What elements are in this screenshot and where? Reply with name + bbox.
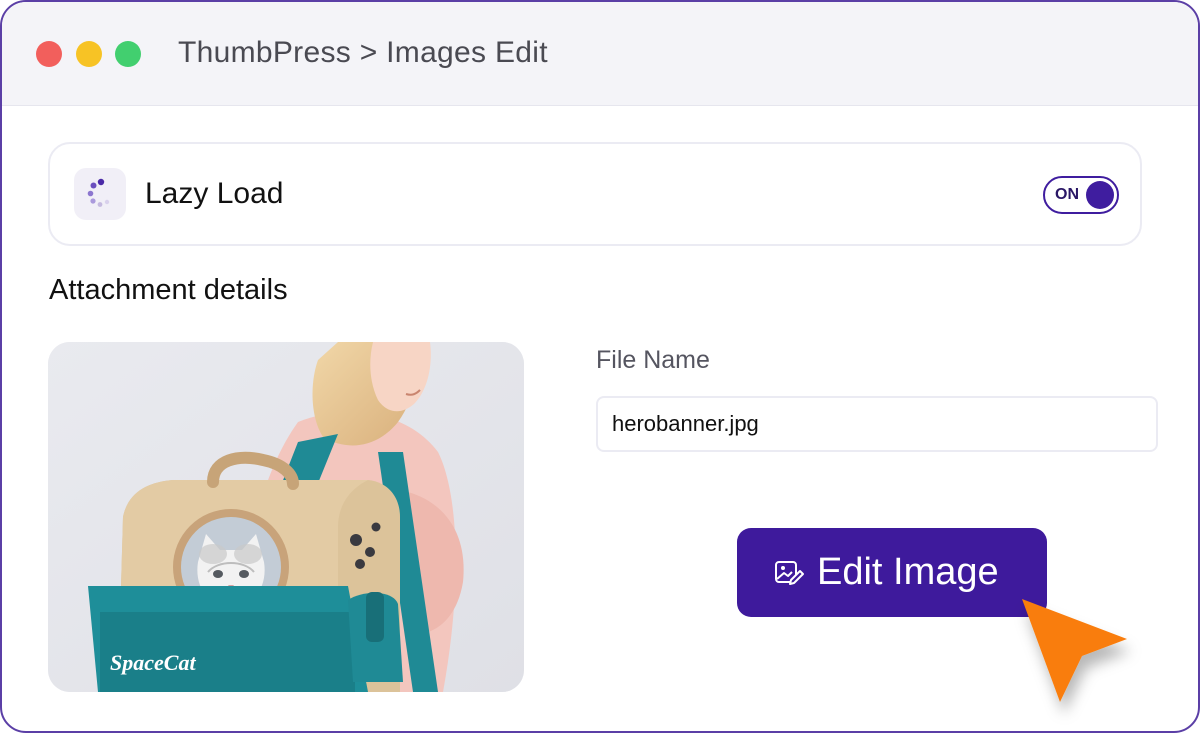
backpack-logo-text: SpaceCat — [110, 650, 196, 675]
window-title: ThumbPress > Images Edit — [178, 36, 548, 69]
file-name-label: File Name — [596, 346, 710, 374]
title-bar: ThumbPress > Images Edit — [2, 2, 1198, 106]
file-name-input[interactable] — [596, 396, 1158, 452]
lazy-load-label: Lazy Load — [145, 177, 284, 210]
loading-spinner-icon — [74, 168, 126, 220]
close-window-button[interactable] — [36, 41, 62, 67]
minimize-window-button[interactable] — [76, 41, 102, 67]
toggle-state-label: ON — [1055, 186, 1079, 203]
image-edit-icon — [775, 560, 804, 585]
attachment-details-heading: Attachment details — [49, 274, 288, 306]
lazy-load-toggle[interactable]: ON — [1043, 176, 1119, 214]
app-window: ThumbPress > Images Edit Lazy Load ON At… — [0, 0, 1200, 733]
maximize-window-button[interactable] — [115, 41, 141, 67]
image-preview: SpaceCat — [48, 342, 524, 692]
edit-image-label: Edit Image — [817, 551, 999, 593]
edit-image-button[interactable]: Edit Image — [737, 528, 1047, 617]
toggle-knob — [1086, 181, 1114, 209]
pointer-arrow-icon — [1002, 584, 1142, 731]
lazy-load-card: Lazy Load ON — [48, 142, 1142, 246]
